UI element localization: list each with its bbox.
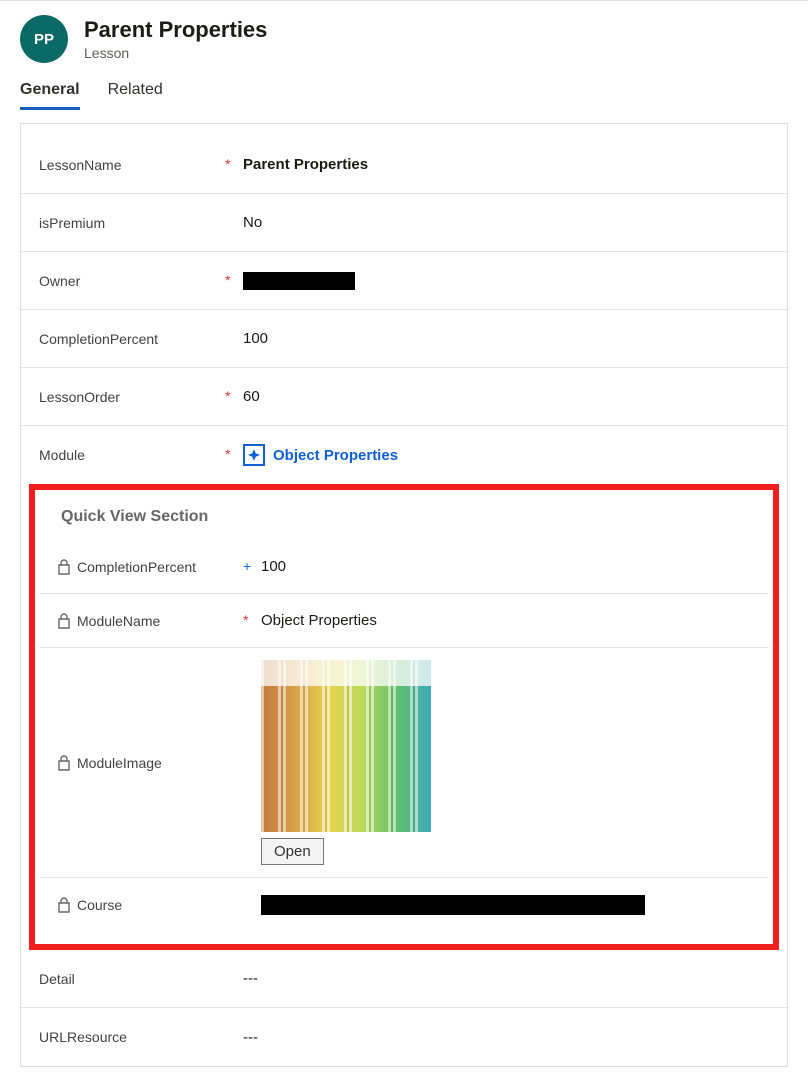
required-indicator-icon: * — [225, 156, 230, 172]
qv-field-module-image: ModuleImage Open — [39, 648, 769, 878]
lookup-entity-icon — [243, 444, 265, 466]
field-value: Open — [261, 660, 751, 865]
recommended-indicator-icon: + — [243, 558, 251, 574]
field-completion-percent[interactable]: CompletionPercent 100 — [21, 310, 787, 368]
page-header: PP Parent Properties Lesson — [0, 1, 808, 73]
field-lesson-name[interactable]: LessonName * Parent Properties — [21, 136, 787, 194]
field-value: 100 — [261, 558, 751, 575]
lock-icon — [57, 897, 71, 913]
qv-field-course: Course — [39, 878, 769, 932]
lock-icon — [57, 755, 71, 771]
required-indicator-icon: * — [225, 446, 230, 462]
required-indicator-icon: * — [243, 612, 248, 628]
field-value: Object Properties — [243, 444, 769, 466]
title-block: Parent Properties Lesson — [84, 17, 267, 61]
field-label: URLResource — [39, 1029, 225, 1045]
field-is-premium[interactable]: isPremium No — [21, 194, 787, 252]
open-image-button[interactable]: Open — [261, 838, 324, 865]
field-label: Detail — [39, 971, 225, 987]
field-value: No — [243, 214, 769, 231]
field-value: Object Properties — [261, 612, 751, 629]
field-label: LessonOrder — [39, 389, 225, 405]
field-label: ModuleName — [57, 613, 243, 629]
lock-icon — [57, 613, 71, 629]
form-card: LessonName * Parent Properties isPremium… — [20, 123, 788, 1067]
module-image-thumbnail[interactable] — [261, 660, 431, 832]
field-value — [243, 272, 769, 290]
quick-view-title: Quick View Section — [39, 498, 769, 540]
quick-view-section-highlight: Quick View Section CompletionPercent + 1… — [29, 484, 779, 950]
field-detail[interactable]: Detail --- — [21, 950, 787, 1008]
entity-avatar: PP — [20, 15, 68, 63]
tab-bar: General Related — [0, 73, 808, 111]
field-label: CompletionPercent — [57, 559, 243, 575]
field-label: CompletionPercent — [39, 331, 225, 347]
tab-related[interactable]: Related — [108, 73, 163, 110]
tab-general[interactable]: General — [20, 73, 80, 110]
qv-field-module-name: ModuleName * Object Properties — [39, 594, 769, 648]
redacted-value — [261, 895, 645, 915]
field-label: Course — [57, 897, 243, 913]
field-value: 100 — [243, 330, 769, 347]
module-link[interactable]: Object Properties — [273, 447, 398, 464]
field-label: Owner — [39, 273, 225, 289]
field-value: 60 — [243, 388, 769, 405]
required-indicator-icon: * — [225, 388, 230, 404]
qv-field-completion-percent: CompletionPercent + 100 — [39, 540, 769, 594]
field-value: --- — [243, 970, 769, 987]
field-label: isPremium — [39, 215, 225, 231]
redacted-value — [243, 272, 355, 290]
field-owner[interactable]: Owner * — [21, 252, 787, 310]
field-module[interactable]: Module * Object Properties — [21, 426, 787, 484]
field-label: Module — [39, 447, 225, 463]
field-url-resource[interactable]: URLResource --- — [21, 1008, 787, 1066]
required-indicator-icon: * — [225, 272, 230, 288]
field-label: ModuleImage — [57, 660, 243, 865]
field-lesson-order[interactable]: LessonOrder * 60 — [21, 368, 787, 426]
avatar-initials: PP — [34, 31, 54, 48]
entity-type-label: Lesson — [84, 45, 267, 61]
field-value: Parent Properties — [243, 156, 769, 173]
lock-icon — [57, 559, 71, 575]
field-value — [261, 895, 751, 915]
field-label: LessonName — [39, 157, 225, 173]
page-title: Parent Properties — [84, 17, 267, 43]
field-value: --- — [243, 1029, 769, 1046]
